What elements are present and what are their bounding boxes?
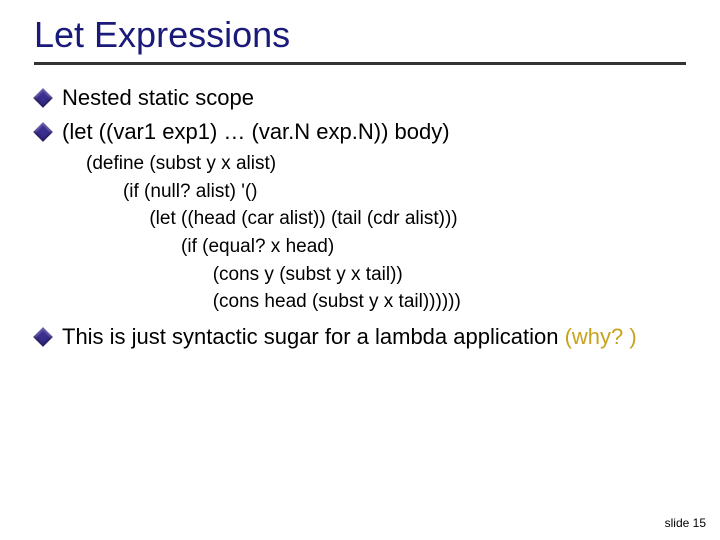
code-line: (cons head (subst y x tail)))))) [86, 291, 461, 312]
slide: Let Expressions Nested static scope (let… [0, 0, 720, 540]
bullet-text: This is just syntactic sugar for a lambd… [62, 324, 565, 349]
code-line: (let ((head (car alist)) (tail (cdr alis… [86, 208, 458, 229]
bullet-list: Nested static scope (let ((var1 exp1) … … [34, 83, 686, 146]
why-highlight: (why? ) [565, 324, 637, 349]
page-title: Let Expressions [34, 14, 686, 56]
bullet-syntactic-sugar: This is just syntactic sugar for a lambd… [34, 322, 686, 352]
code-line: (define (subst y x alist) [86, 153, 276, 174]
code-block: (define (subst y x alist) (if (null? ali… [86, 150, 686, 315]
slide-number: slide 15 [665, 516, 706, 530]
bullet-text: (let ((var1 exp1) … (var.N exp.N)) body) [62, 119, 450, 144]
bullet-nested-scope: Nested static scope [34, 83, 686, 113]
code-line: (if (null? alist) '() [86, 181, 257, 202]
title-divider [34, 62, 686, 65]
code-line: (cons y (subst y x tail)) [86, 264, 403, 285]
diamond-icon [33, 88, 53, 108]
bullet-list: This is just syntactic sugar for a lambd… [34, 322, 686, 352]
diamond-icon [33, 122, 53, 142]
bullet-text: Nested static scope [62, 85, 254, 110]
diamond-icon [33, 327, 53, 347]
bullet-let-syntax: (let ((var1 exp1) … (var.N exp.N)) body) [34, 117, 686, 147]
code-line: (if (equal? x head) [86, 236, 334, 257]
